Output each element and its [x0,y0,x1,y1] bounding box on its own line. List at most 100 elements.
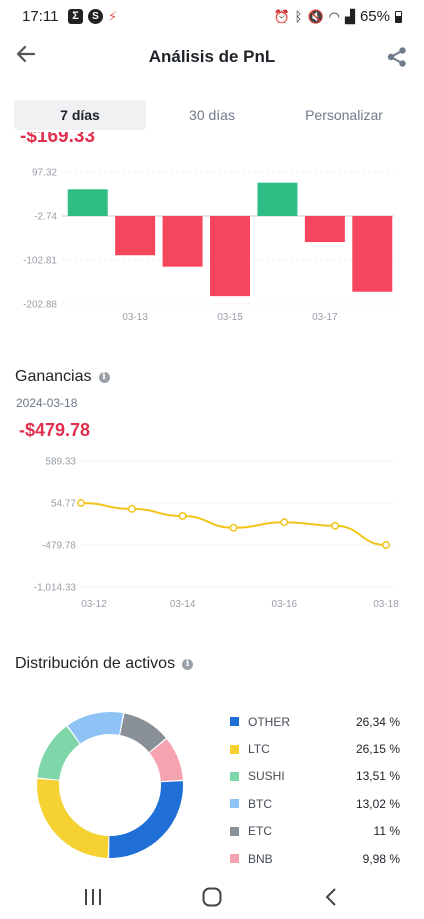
x-tick-label: 03-13 [122,312,148,323]
slice-etc [119,713,166,753]
tab-30-dias[interactable]: 30 días [146,100,278,130]
ganancias-date: 2024-03-18 [16,396,78,410]
slice-bnb [149,739,183,782]
app-header: Análisis de PnL [0,38,424,78]
legend-swatch [230,744,239,754]
legend-percentage: 13,51 % [355,769,400,784]
slice-ltc [37,778,109,858]
y-tick-label: -1,014.33 [34,583,77,594]
legend-swatch [230,799,239,809]
share-icon [387,47,406,67]
legend-label: LTC [248,742,270,757]
legend-label: OTHER [248,714,290,729]
wifi-icon: ◠ [328,8,340,24]
back-nav-button[interactable] [320,885,344,909]
tab-7-dias[interactable]: 7 días [14,100,146,130]
system-nav-bar [0,875,424,919]
bar [352,215,393,292]
back-icon [325,888,336,906]
data-point [382,541,390,549]
battery-icon [395,10,402,23]
legend-label: SUSHI [248,769,285,784]
legend-percentage: 26,15 % [355,742,400,757]
ganancias-title: Ganancias [15,368,92,385]
asset-legend: OTHER 26,34 % LTC 26,15 % SUSHI 13,51 % BTC 13,… [230,708,400,872]
x-tick-label: 03-18 [373,599,399,610]
legend-swatch [230,854,239,864]
legend-percentage: 9,98 % [362,851,400,866]
slice-sushi [37,726,81,781]
recent-apps-button[interactable] [81,885,105,909]
bar [115,215,156,256]
legend-swatch [230,717,239,727]
status-time: 17:11 [22,8,59,25]
x-tick-label: 03-16 [272,599,298,610]
y-tick-label: -202.88 [23,300,57,311]
x-tick-label: 03-14 [170,599,196,610]
data-point [127,504,136,513]
info-icon[interactable]: i [98,371,110,383]
alarm-icon: ⏰ [273,8,290,24]
x-tick-label: 03-12 [81,599,107,610]
ganancias-line-chart: 589.33 54.77 -479.78 -1,014.33 03-12 03-14 03-… [34,457,399,611]
daily-pnl-value: -$169.33 [20,132,140,149]
legend-item: BNB 9,98 % [230,845,400,872]
y-tick-label: 54.77 [51,499,76,510]
legend-percentage: 13,02 % [355,796,400,811]
data-point [331,521,340,530]
slice-other [108,781,183,858]
legend-item: LTC 26,15 % [230,735,400,762]
legend-label: BNB [248,851,273,866]
legend-item: OTHER 26,34 % [230,708,400,735]
bar [67,189,108,216]
data-point [178,511,187,520]
legend-item: BTC 13,02 % [230,790,400,817]
y-tick-label: 589.33 [45,457,76,468]
data-point [77,499,85,507]
ganancias-section-title: Ganancias i [15,368,110,386]
legend-label: BTC [248,796,272,811]
bar [257,182,298,216]
bluetooth-icon: ᛒ [294,9,303,24]
bar [162,215,203,267]
y-tick-label: -479.78 [42,541,76,552]
battery-percentage: 65% [359,8,390,25]
home-icon [202,887,222,907]
mute-icon: 🔇 [307,8,324,24]
y-tick-label: -102.81 [23,255,57,266]
ganancias-value: -$479.78 [19,420,91,440]
legend-percentage: 11 % [373,824,400,839]
tab-personalizar[interactable]: Personalizar [278,100,410,130]
sigma-app-icon: Σ [68,9,83,24]
red-app-icon: ⚡ [108,9,118,24]
bar [304,215,345,243]
daily-pnl-value-text: -$169.33 [20,132,96,147]
slice-btc [67,712,124,744]
legend-percentage: 26,34 % [355,714,400,729]
signal-icon: ▟ [344,8,355,24]
legend-item: SUSHI 13,51 % [230,763,400,790]
asset-distribution-donut [37,712,183,858]
legend-swatch [230,771,239,781]
x-tick-label: 03-17 [312,312,338,323]
daily-pnl-bar-chart: 97.32 -2.74 -102.81 -202.88 03-13 03-15 03-17 [23,168,394,323]
status-bar: 17:11 Σ S ⚡ ⏰ ᛒ 🔇 ◠ ▟ 65% [0,0,424,34]
page-title: Análisis de PnL [148,47,276,66]
recent-apps-icon [85,889,101,905]
info-icon[interactable]: i [182,658,194,670]
period-tabs: 7 días 30 días Personalizar [14,100,410,130]
home-button[interactable] [200,885,224,909]
legend-swatch [230,826,239,836]
x-tick-label: 03-15 [217,312,243,323]
y-tick-label: 97.32 [32,168,57,179]
y-tick-label: -2.74 [34,211,57,222]
data-point [229,523,238,532]
distribucion-title: Distribución de activos [15,655,176,672]
data-point [280,518,289,527]
bar [210,215,250,297]
distribucion-section-title: Distribución de activos i [15,655,194,673]
legend-item: ETC 11 % [230,818,400,845]
share-button[interactable] [386,46,408,68]
s-app-icon: S [88,9,103,24]
legend-label: ETC [248,824,272,839]
